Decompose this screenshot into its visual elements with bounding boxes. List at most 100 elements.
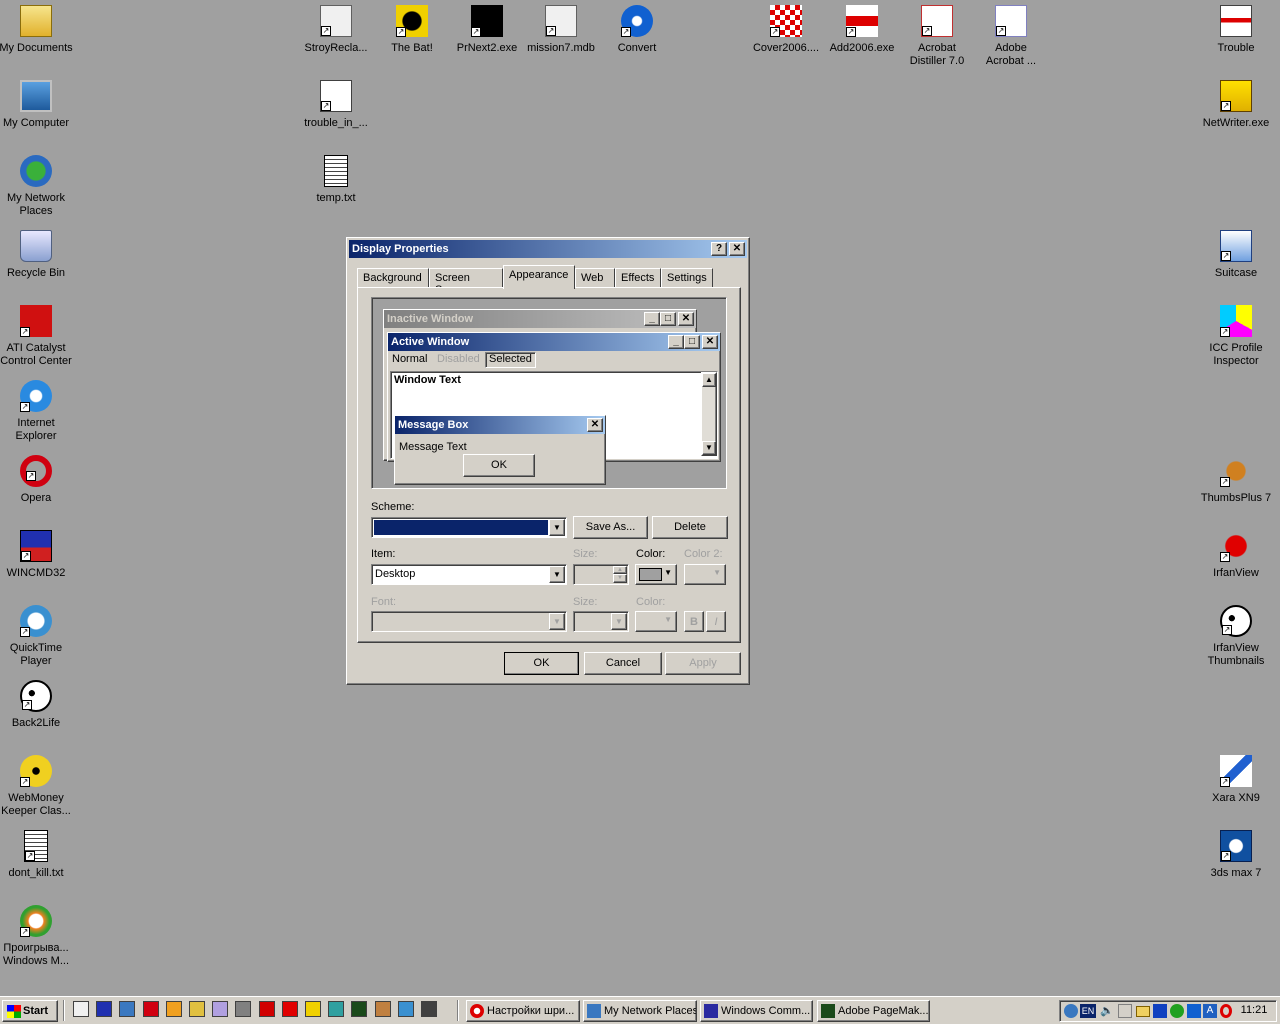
shortcut-arrow-icon: ↗ (1220, 777, 1230, 787)
desktop-icon[interactable]: ↗ Convert (599, 5, 675, 55)
chevron-down-icon[interactable]: ▼ (549, 519, 565, 536)
chevron-down-icon[interactable]: ▼ (549, 566, 565, 583)
folder-tray-icon[interactable] (1136, 1006, 1150, 1017)
desktop-icon[interactable]: ↗ QuickTime Player (0, 605, 74, 668)
desktop-icon[interactable]: ↗ Internet Explorer (0, 380, 74, 443)
desktop-icon[interactable]: ↗ trouble_in_... (298, 80, 374, 130)
cancel-button[interactable]: Cancel (584, 652, 662, 675)
cube-icon[interactable] (212, 1001, 229, 1017)
desktop-icon[interactable]: ↗ Suitcase (1198, 230, 1274, 280)
desktop-icon-label: Проигрыва... Windows M... (2, 942, 69, 967)
scheme-select[interactable]: ▼ (371, 517, 567, 538)
acrobat-tray-icon[interactable]: A (1203, 1004, 1217, 1018)
tab-appearance[interactable]: Appearance (503, 265, 575, 289)
tab-effects[interactable]: Effects (615, 268, 661, 288)
item-select[interactable]: Desktop ▼ (371, 564, 567, 585)
desktop-icon[interactable]: ↗ ThumbsPlus 7 (1198, 455, 1274, 505)
tab-settings[interactable]: Settings (661, 268, 713, 288)
desktop-icon[interactable]: ↗ WebMoney Keeper Clas... (0, 755, 74, 818)
bat-icon[interactable] (305, 1001, 321, 1017)
task-button-windows-commander[interactable]: Windows Comm... (700, 1000, 813, 1022)
taskbar-separator (457, 1000, 459, 1021)
media-player-icon[interactable] (165, 1001, 182, 1017)
desktop-icon-label: My Documents (0, 42, 73, 54)
help-button[interactable]: ? (711, 242, 727, 256)
desktop-icon[interactable]: My Computer (0, 80, 74, 130)
color-picker-button[interactable]: ▼ (635, 564, 677, 585)
prnext-icon: ↗ (471, 5, 503, 37)
clock[interactable]: 11:21 (1236, 1004, 1272, 1016)
delete-button[interactable]: Delete (652, 516, 728, 539)
desktop-icon[interactable]: Recycle Bin (0, 230, 74, 280)
desktop-icon[interactable]: ↗ The Bat! (374, 5, 450, 55)
desktop-icon[interactable]: ↗ 3ds max 7 (1198, 830, 1274, 880)
dialog-titlebar[interactable]: Display Properties ? ✕ (349, 240, 747, 258)
desktop-icon[interactable]: ↗ NetWriter.exe (1198, 80, 1274, 130)
desktop-icon[interactable]: ↗ Opera (0, 455, 74, 505)
desktop-icon[interactable]: ↗ Add2006.exe (824, 5, 900, 55)
panda-icon[interactable] (421, 1001, 437, 1017)
task-button-pagemaker[interactable]: Adobe PageMak... (817, 1000, 930, 1022)
tab-screen-saver[interactable]: Screen Saver (429, 268, 503, 296)
menu-disabled: Disabled (437, 353, 480, 365)
color-swatch (639, 568, 662, 581)
network-tray-icon[interactable] (1064, 1004, 1078, 1018)
opera-tray-icon[interactable] (1220, 1004, 1232, 1018)
desktop-icon[interactable]: ↗ Проигрыва... Windows M... (0, 905, 74, 968)
puzzle-icon[interactable] (235, 1001, 252, 1017)
task-button-fonts[interactable]: Настройки шри... (466, 1000, 580, 1022)
red-cross-icon[interactable] (258, 1001, 275, 1017)
language-indicator[interactable]: EN (1080, 1004, 1096, 1018)
desktop-icon-label: Opera (20, 492, 52, 504)
blue-tray-icon[interactable] (1187, 1004, 1201, 1018)
paint-icon[interactable] (374, 1001, 391, 1017)
quicktime-icon[interactable] (397, 1001, 414, 1017)
winamp-icon[interactable] (189, 1001, 205, 1017)
thumbsplus-icon[interactable] (328, 1001, 345, 1017)
pagemaker-icon[interactable] (351, 1001, 368, 1017)
desktop-icon[interactable]: ↗ ATI Catalyst Control Center (0, 305, 74, 368)
desktop-icon-label: Add2006.exe (829, 42, 895, 54)
shortcut-arrow-icon: ↗ (1220, 552, 1230, 562)
green-tray-icon[interactable] (1170, 1004, 1184, 1018)
desktop-icon[interactable]: My Documents (0, 5, 74, 55)
desktop-icon[interactable]: ↗ IrfanView (1198, 530, 1274, 580)
desktop-icon[interactable]: ↗ WINCMD32 (0, 530, 74, 580)
desktop-icon[interactable]: ↗ Xara XN9 (1198, 755, 1274, 805)
desktop-icon[interactable]: ↗ Acrobat Distiller 7.0 (899, 5, 975, 68)
show-desktop-icon[interactable] (73, 1001, 89, 1017)
font-label: Font: (371, 596, 397, 608)
desktop-icon[interactable]: ↗ mission7.mdb (523, 5, 599, 55)
desktop-icon[interactable]: ↗ Adobe Acrobat ... (973, 5, 1049, 68)
desktop-icon[interactable]: ↗ StroyRecla... (298, 5, 374, 55)
desktop-icon[interactable]: Trouble (1198, 5, 1274, 55)
desktop-icon[interactable]: temp.txt (298, 155, 374, 205)
ok-button[interactable]: OK (504, 652, 579, 675)
close-button[interactable]: ✕ (729, 242, 745, 256)
desktop-icon[interactable]: ↗ PrNext2.exe (449, 5, 525, 55)
shortcut-arrow-icon: ↗ (471, 27, 481, 37)
start-button[interactable]: Start (2, 1000, 58, 1022)
irfanview-icon[interactable] (281, 1001, 298, 1017)
opera-icon[interactable] (142, 1001, 159, 1017)
close-icon: ✕ (678, 312, 694, 326)
desktop-icon-label: My Computer (2, 117, 70, 129)
shortcut-arrow-icon: ↗ (846, 27, 856, 37)
network-icon[interactable] (119, 1001, 136, 1017)
tray-app-icon[interactable] (1118, 1004, 1132, 1018)
desktop-icon[interactable]: ↗ dont_kill.txt (0, 830, 74, 880)
desktop-icon[interactable]: ↗ Cover2006.... (748, 5, 824, 55)
save-as-button[interactable]: Save As... (573, 516, 648, 539)
desktop-icon[interactable]: ↗ ICC Profile Inspector (1198, 305, 1274, 368)
tab-background[interactable]: Background (357, 268, 429, 288)
shortcut-arrow-icon: ↗ (996, 26, 1006, 36)
icc-icon: ↗ (1220, 305, 1252, 337)
desktop-icon[interactable]: My Network Places (0, 155, 74, 218)
tab-web[interactable]: Web (575, 268, 615, 288)
desktop-icon[interactable]: ↗ Back2Life (0, 680, 74, 730)
desktop-icon[interactable]: ↗ IrfanView Thumbnails (1198, 605, 1274, 668)
antivirus-icon[interactable] (1153, 1004, 1167, 1018)
task-button-network-places[interactable]: My Network Places (583, 1000, 697, 1022)
floppy-icon[interactable] (96, 1001, 113, 1017)
volume-icon[interactable]: 🔈 (1100, 1004, 1114, 1017)
